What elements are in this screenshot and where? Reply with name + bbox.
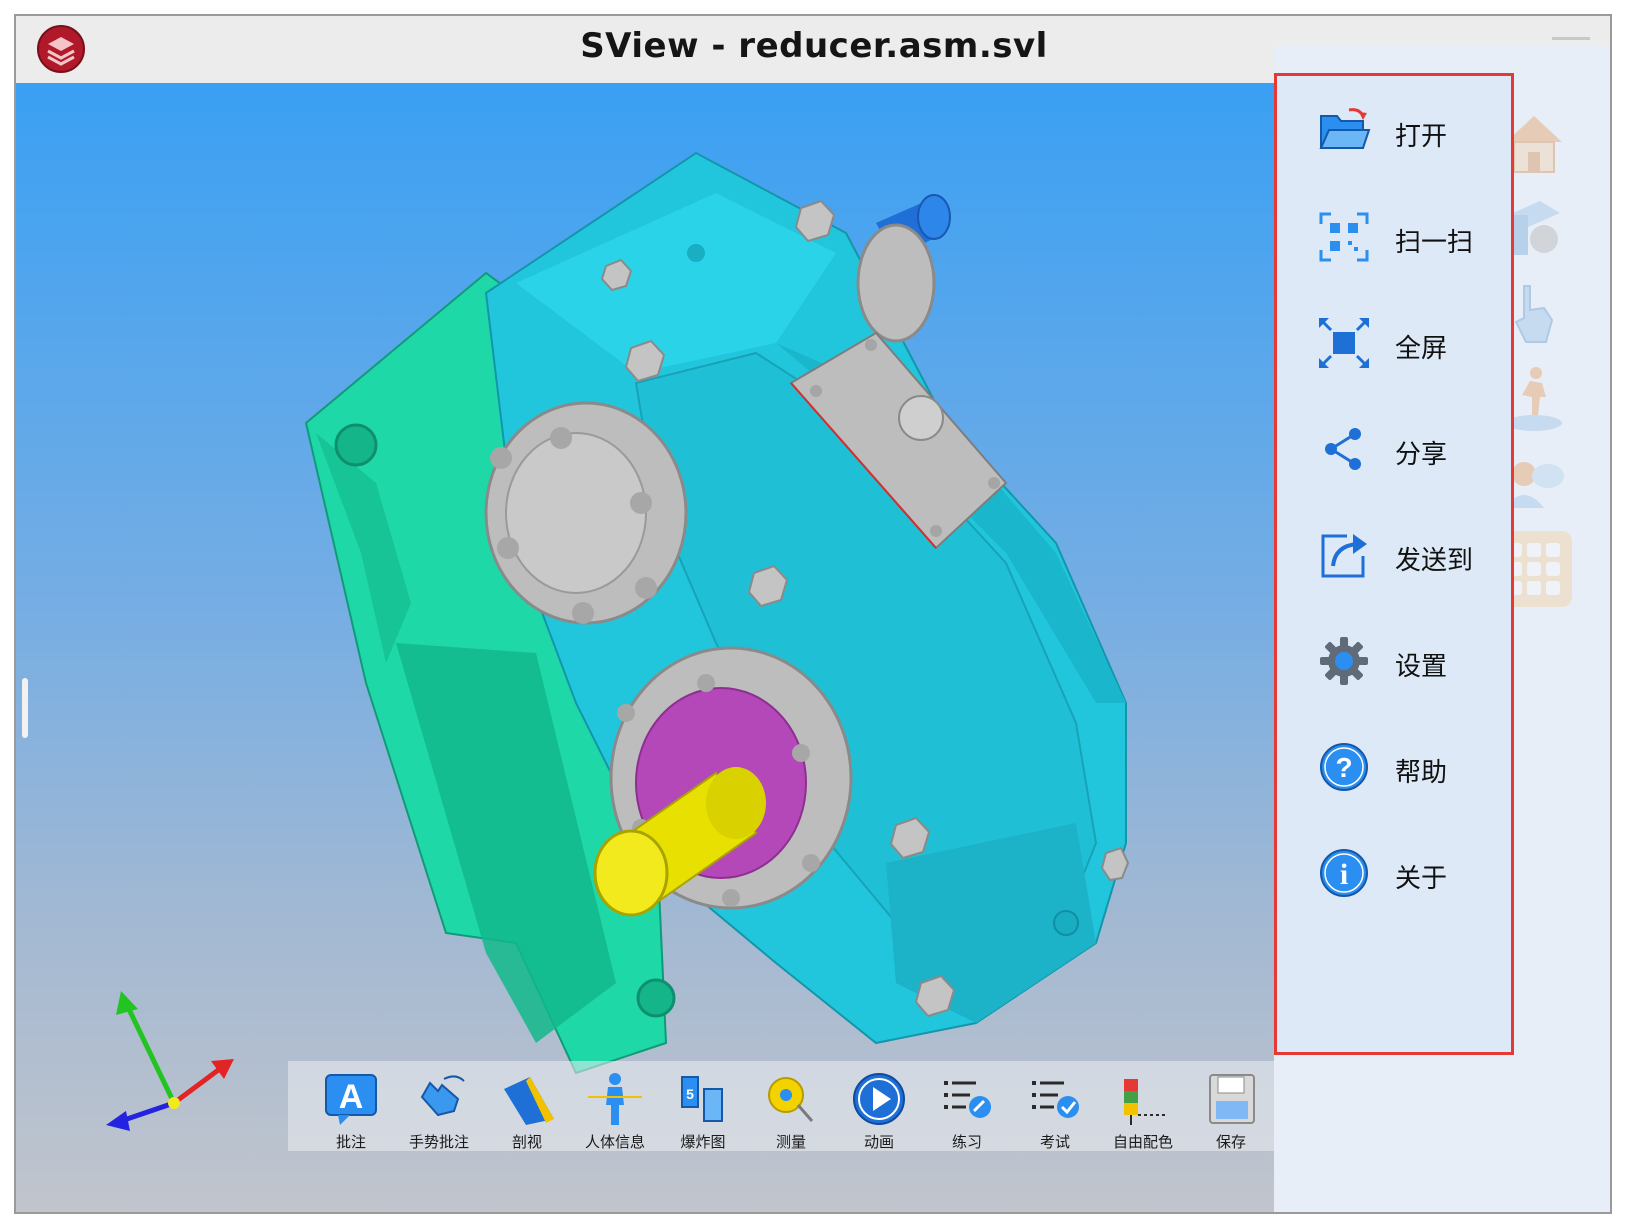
app-window: SView - reducer.asm.svl A 批注 手势批注 剖视 人体信… xyxy=(14,14,1612,1214)
menu-item-label: 打开 xyxy=(1395,122,1448,152)
tool-label: 自由配色 xyxy=(1112,1133,1173,1151)
menu-item-label: 发送到 xyxy=(1395,546,1474,576)
menu-item-label: 全屏 xyxy=(1395,334,1448,364)
tool-label: 动画 xyxy=(863,1133,894,1151)
annotation-icon: A xyxy=(325,1074,377,1125)
share-icon xyxy=(1325,428,1361,470)
measure-icon xyxy=(768,1077,814,1122)
tool-animation[interactable]: 动画 xyxy=(834,1071,924,1153)
help-icon: ? xyxy=(1320,743,1368,791)
tool-label: 人体信息 xyxy=(584,1133,645,1151)
free-color-icon xyxy=(1124,1079,1168,1125)
left-drawer-handle[interactable] xyxy=(22,678,28,738)
tool-section-view[interactable]: 剖视 xyxy=(482,1071,572,1153)
tool-practice[interactable]: 练习 xyxy=(922,1071,1012,1153)
svg-text:A: A xyxy=(339,1078,364,1116)
explode-icon: 5 xyxy=(681,1076,723,1122)
tool-free-color[interactable]: 自由配色 xyxy=(1098,1071,1188,1153)
tool-label: 剖视 xyxy=(511,1133,542,1151)
menu-item-about[interactable]: i 关于 xyxy=(1307,838,1507,908)
info-icon: i xyxy=(1320,849,1368,897)
gear-icon xyxy=(1320,637,1368,685)
tool-label: 练习 xyxy=(951,1133,982,1151)
svg-text:5: 5 xyxy=(686,1086,694,1102)
tool-explode[interactable]: 5 爆炸图 xyxy=(658,1071,748,1153)
menu-item-label: 帮助 xyxy=(1395,758,1448,788)
coordinate-axis-triad xyxy=(106,991,234,1131)
menu-item-settings[interactable]: 设置 xyxy=(1307,626,1507,696)
menu-item-scan[interactable]: 扫一扫 xyxy=(1307,202,1507,272)
menu-item-label: 分享 xyxy=(1395,440,1448,470)
play-icon xyxy=(853,1073,905,1125)
exam-icon xyxy=(1032,1081,1079,1118)
folder-open-icon xyxy=(1319,108,1371,149)
menu-item-open[interactable]: 打开 xyxy=(1307,96,1507,166)
tool-label: 测量 xyxy=(775,1133,806,1151)
tool-gesture-annotation[interactable]: 手势批注 xyxy=(394,1071,484,1153)
tool-exam[interactable]: 考试 xyxy=(1010,1071,1100,1153)
tool-label: 考试 xyxy=(1039,1133,1070,1151)
qr-scan-icon xyxy=(1319,212,1369,262)
tool-label: 保存 xyxy=(1215,1133,1246,1151)
main-menu-panel: 打开 扫一扫 全屏 分享 发送到 设置 ? 帮助 i 关于 xyxy=(1274,73,1514,1055)
svg-text:i: i xyxy=(1340,858,1348,891)
menu-item-send-to[interactable]: 发送到 xyxy=(1307,520,1507,590)
svg-text:?: ? xyxy=(1335,752,1352,783)
tool-label: 手势批注 xyxy=(408,1133,469,1151)
gesture-annotation-icon xyxy=(420,1075,465,1117)
tool-save[interactable]: 保存 xyxy=(1186,1071,1276,1153)
practice-icon xyxy=(944,1081,991,1118)
tool-label: 批注 xyxy=(335,1133,366,1151)
3d-viewport[interactable] xyxy=(16,83,1274,1212)
tool-label: 爆炸图 xyxy=(680,1133,726,1151)
menu-item-fullscreen[interactable]: 全屏 xyxy=(1307,308,1507,378)
menu-item-share[interactable]: 分享 xyxy=(1307,414,1507,484)
tool-annotation[interactable]: A 批注 xyxy=(306,1071,396,1153)
human-info-icon xyxy=(588,1073,642,1125)
menu-item-label: 扫一扫 xyxy=(1395,228,1474,258)
tool-measure[interactable]: 测量 xyxy=(746,1071,836,1153)
save-icon xyxy=(1209,1074,1255,1124)
fullscreen-icon xyxy=(1319,318,1369,368)
section-view-icon xyxy=(504,1077,554,1125)
menu-item-label: 关于 xyxy=(1395,864,1448,894)
tool-human-info[interactable]: 人体信息 xyxy=(570,1071,660,1153)
send-to-icon xyxy=(1321,534,1367,578)
menu-item-label: 设置 xyxy=(1395,652,1448,682)
menu-item-help[interactable]: ? 帮助 xyxy=(1307,732,1507,802)
